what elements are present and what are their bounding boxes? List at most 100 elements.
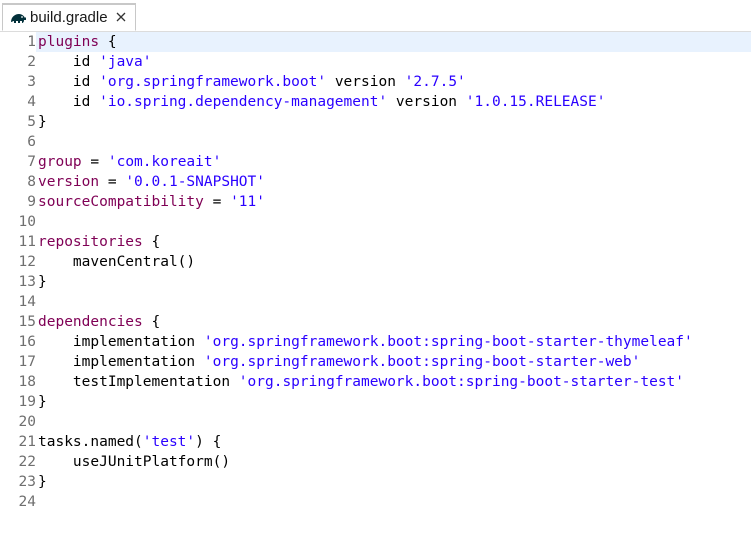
string-token: '0.0.1-SNAPSHOT' <box>125 174 265 190</box>
code-line[interactable]: 23} <box>0 472 751 492</box>
string-token: 'io.spring.dependency-management' <box>99 94 388 110</box>
code-text: } <box>38 112 47 132</box>
line-number: 9 <box>27 194 36 210</box>
keyword-token: sourceCompatibility <box>38 194 204 210</box>
code-text: } <box>38 272 47 292</box>
code-token: version <box>326 74 405 90</box>
code-line[interactable]: 15 dependencies { <box>0 312 751 332</box>
line-number: 16 <box>18 334 36 350</box>
code-line[interactable]: 7 group = 'com.koreait' <box>0 152 751 172</box>
code-line[interactable]: 21 tasks.named('test') { <box>0 432 751 452</box>
code-token: = <box>203 194 231 210</box>
code-text: mavenCentral() <box>38 252 195 272</box>
string-token: 'org.springframework.boot' <box>99 74 327 90</box>
line-number: 21 <box>18 434 36 450</box>
code-token: = <box>81 154 108 170</box>
code-line[interactable]: 16 implementation 'org.springframework.b… <box>0 332 751 352</box>
keyword-token: version <box>38 174 100 190</box>
code-line[interactable]: 11 repositories { <box>0 232 751 252</box>
code-line[interactable]: 18 testImplementation 'org.springframewo… <box>0 372 751 392</box>
code-line[interactable]: 12 mavenCentral() <box>0 252 751 272</box>
line-number: 10 <box>18 214 36 230</box>
code-text: implementation 'org.springframework.boot… <box>38 352 640 372</box>
close-icon[interactable] <box>114 10 128 24</box>
code-line[interactable]: 9 sourceCompatibility = '11' <box>0 192 751 212</box>
code-line[interactable]: 5} <box>0 112 751 132</box>
line-number: 15 <box>18 314 36 330</box>
editor-window: build.gradle 1 plugins {2 id 'java' 3 id '… <box>0 0 751 541</box>
code-text: tasks.named('test') { <box>38 432 221 452</box>
code-token: useJUnitPlatform() <box>38 454 231 470</box>
string-token: 'org.springframework.boot:spring-boot-st… <box>238 374 685 390</box>
line-number: 13 <box>18 274 36 290</box>
code-lines: 1 plugins {2 id 'java' 3 id 'org.springfra… <box>0 32 751 512</box>
code-token: } <box>38 474 47 490</box>
line-number: 18 <box>18 374 36 390</box>
line-number: 3 <box>27 74 36 90</box>
string-token: '1.0.15.RELEASE' <box>465 94 606 110</box>
code-text: } <box>38 392 47 412</box>
code-token: id <box>38 94 100 110</box>
code-line[interactable]: 8 version = '0.0.1-SNAPSHOT' <box>0 172 751 192</box>
code-line[interactable]: 24 <box>0 492 751 512</box>
code-token: ) { <box>195 434 222 450</box>
string-token: '2.7.5' <box>404 74 466 90</box>
line-number: 8 <box>27 174 36 190</box>
editor-tab-build-gradle[interactable]: build.gradle <box>2 3 136 31</box>
code-token: testImplementation <box>38 374 239 390</box>
code-token: id <box>38 54 100 70</box>
string-token: 'java' <box>99 54 152 70</box>
keyword-token: dependencies <box>38 314 143 330</box>
code-text: sourceCompatibility = '11' <box>38 192 265 212</box>
code-line[interactable]: 4 id 'io.spring.dependency-management' v… <box>0 92 751 112</box>
code-text: } <box>38 472 47 492</box>
code-editor[interactable]: 1 plugins {2 id 'java' 3 id 'org.springfra… <box>0 32 751 541</box>
string-token: '11' <box>230 194 265 210</box>
code-token: } <box>38 274 47 290</box>
line-number: 24 <box>18 494 36 510</box>
code-token: implementation <box>38 354 204 370</box>
line-number: 12 <box>18 254 36 270</box>
line-number: 11 <box>18 234 36 250</box>
code-line[interactable]: 19} <box>0 392 751 412</box>
code-line[interactable]: 17 implementation 'org.springframework.b… <box>0 352 751 372</box>
code-token: tasks.named( <box>38 434 143 450</box>
code-line[interactable]: 3 id 'org.springframework.boot' version … <box>0 72 751 92</box>
code-token: { <box>142 234 161 250</box>
line-number: 19 <box>18 394 36 410</box>
gradle-elephant-icon <box>9 11 27 25</box>
code-token: version <box>387 94 466 110</box>
string-token: 'com.koreait' <box>107 154 222 170</box>
string-token: 'org.springframework.boot:spring-boot-st… <box>203 334 693 350</box>
code-text: dependencies { <box>38 312 160 332</box>
code-line[interactable]: 13} <box>0 272 751 292</box>
code-text: plugins { <box>38 32 117 52</box>
code-text: testImplementation 'org.springframework.… <box>38 372 684 392</box>
code-line[interactable]: 10 <box>0 212 751 232</box>
line-number: 4 <box>27 94 36 110</box>
code-line[interactable]: 20 <box>0 412 751 432</box>
code-line[interactable]: 14 <box>0 292 751 312</box>
code-token: mavenCentral() <box>38 254 196 270</box>
keyword-token: repositories <box>38 234 143 250</box>
editor-tab-bar: build.gradle <box>0 0 751 32</box>
line-number: 6 <box>27 134 36 150</box>
code-text: id 'io.spring.dependency-management' ver… <box>38 92 606 112</box>
keyword-token: group <box>38 154 82 170</box>
code-line[interactable]: 22 useJUnitPlatform() <box>0 452 751 472</box>
code-text: group = 'com.koreait' <box>38 152 221 172</box>
keyword-token: plugins <box>38 34 100 50</box>
code-text: version = '0.0.1-SNAPSHOT' <box>38 172 265 192</box>
code-line[interactable]: 1 plugins { <box>0 32 751 52</box>
string-token: 'test' <box>142 434 196 450</box>
code-token: implementation <box>38 334 204 350</box>
code-line[interactable]: 6 <box>0 132 751 152</box>
code-token: } <box>38 114 47 130</box>
line-number: 1 <box>27 34 36 50</box>
code-line[interactable]: 2 id 'java' <box>0 52 751 72</box>
line-number: 2 <box>27 54 36 70</box>
line-number: 5 <box>27 114 36 130</box>
code-token: = <box>99 174 126 190</box>
code-token: } <box>38 394 47 410</box>
line-number: 17 <box>18 354 36 370</box>
